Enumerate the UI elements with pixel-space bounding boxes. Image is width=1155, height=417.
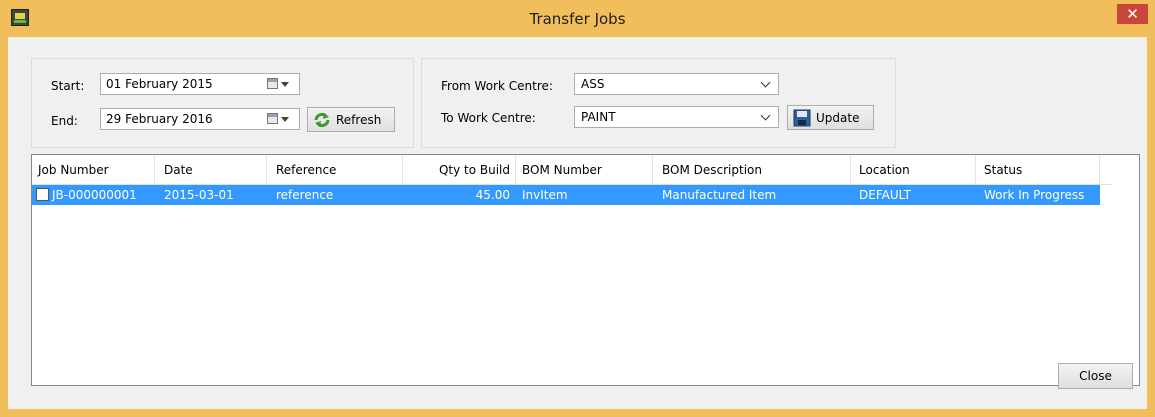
chevron-down-icon[interactable]: [760, 77, 771, 88]
close-button[interactable]: Close: [1058, 363, 1133, 389]
window-title: Transfer Jobs: [529, 10, 626, 28]
update-label: Update: [816, 111, 860, 125]
table-row[interactable]: JB-000000001 2015-03-01 reference 45.00 …: [32, 185, 1100, 205]
refresh-button[interactable]: Refresh: [307, 107, 395, 132]
column-header-status[interactable]: Status: [976, 155, 1100, 184]
date-cell: 2015-03-01: [164, 188, 234, 202]
close-label: Close: [1079, 369, 1112, 383]
to-work-centre-label: To Work Centre:: [441, 111, 536, 125]
from-work-centre-select[interactable]: ASS: [574, 73, 779, 95]
dialog-body: Start: 01 February 2015 End: 29 February…: [8, 37, 1147, 409]
column-header-job-number[interactable]: Job Number: [32, 155, 155, 184]
jobs-table[interactable]: Job Number Date Reference Qty to Build B…: [31, 154, 1140, 386]
dropdown-arrow-icon[interactable]: [281, 82, 289, 87]
close-window-button[interactable]: ✕: [1117, 4, 1148, 24]
start-date-picker[interactable]: 01 February 2015: [100, 73, 300, 95]
table-header: Job Number Date Reference Qty to Build B…: [32, 155, 1112, 185]
dropdown-arrow-icon[interactable]: [281, 117, 289, 122]
refresh-label: Refresh: [336, 113, 382, 127]
refresh-icon: [314, 112, 330, 128]
bom-number-cell: InvItem: [522, 188, 568, 202]
end-date-picker[interactable]: 29 February 2016: [100, 108, 300, 130]
job-number-cell: JB-000000001: [52, 188, 137, 202]
save-icon: [793, 109, 811, 127]
location-cell: DEFAULT: [859, 188, 911, 202]
from-work-centre-label: From Work Centre:: [441, 79, 553, 93]
update-button[interactable]: Update: [787, 105, 874, 130]
work-centre-group: From Work Centre: ASS To Work Centre: PA…: [421, 58, 896, 148]
to-work-centre-value: PAINT: [581, 110, 616, 124]
column-header-location[interactable]: Location: [851, 155, 976, 184]
column-header-date[interactable]: Date: [155, 155, 267, 184]
status-cell: Work In Progress: [984, 188, 1085, 202]
reference-cell: reference: [276, 188, 334, 202]
bom-description-cell: Manufactured Item: [662, 188, 777, 202]
from-work-centre-value: ASS: [581, 77, 605, 91]
transfer-jobs-window: Transfer Jobs ✕ Start: 01 February 2015 …: [0, 0, 1155, 417]
qty-to-build-cell: 45.00: [475, 188, 510, 202]
to-work-centre-select[interactable]: PAINT: [574, 106, 779, 128]
start-date-value: 01 February 2015: [106, 77, 213, 91]
chevron-down-icon[interactable]: [760, 110, 771, 121]
title-bar[interactable]: Transfer Jobs ✕: [0, 0, 1155, 37]
end-date-value: 29 February 2016: [106, 112, 213, 126]
end-label: End:: [51, 114, 78, 128]
column-header-bom-description[interactable]: BOM Description: [653, 155, 851, 184]
calendar-icon[interactable]: [267, 113, 278, 124]
calendar-icon[interactable]: [267, 78, 278, 89]
column-header-qty-to-build[interactable]: Qty to Build: [403, 155, 516, 184]
start-label: Start:: [51, 79, 85, 93]
column-header-bom-number[interactable]: BOM Number: [516, 155, 653, 184]
column-header-reference[interactable]: Reference: [267, 155, 403, 184]
row-checkbox[interactable]: [36, 188, 49, 201]
date-range-group: Start: 01 February 2015 End: 29 February…: [31, 58, 414, 148]
